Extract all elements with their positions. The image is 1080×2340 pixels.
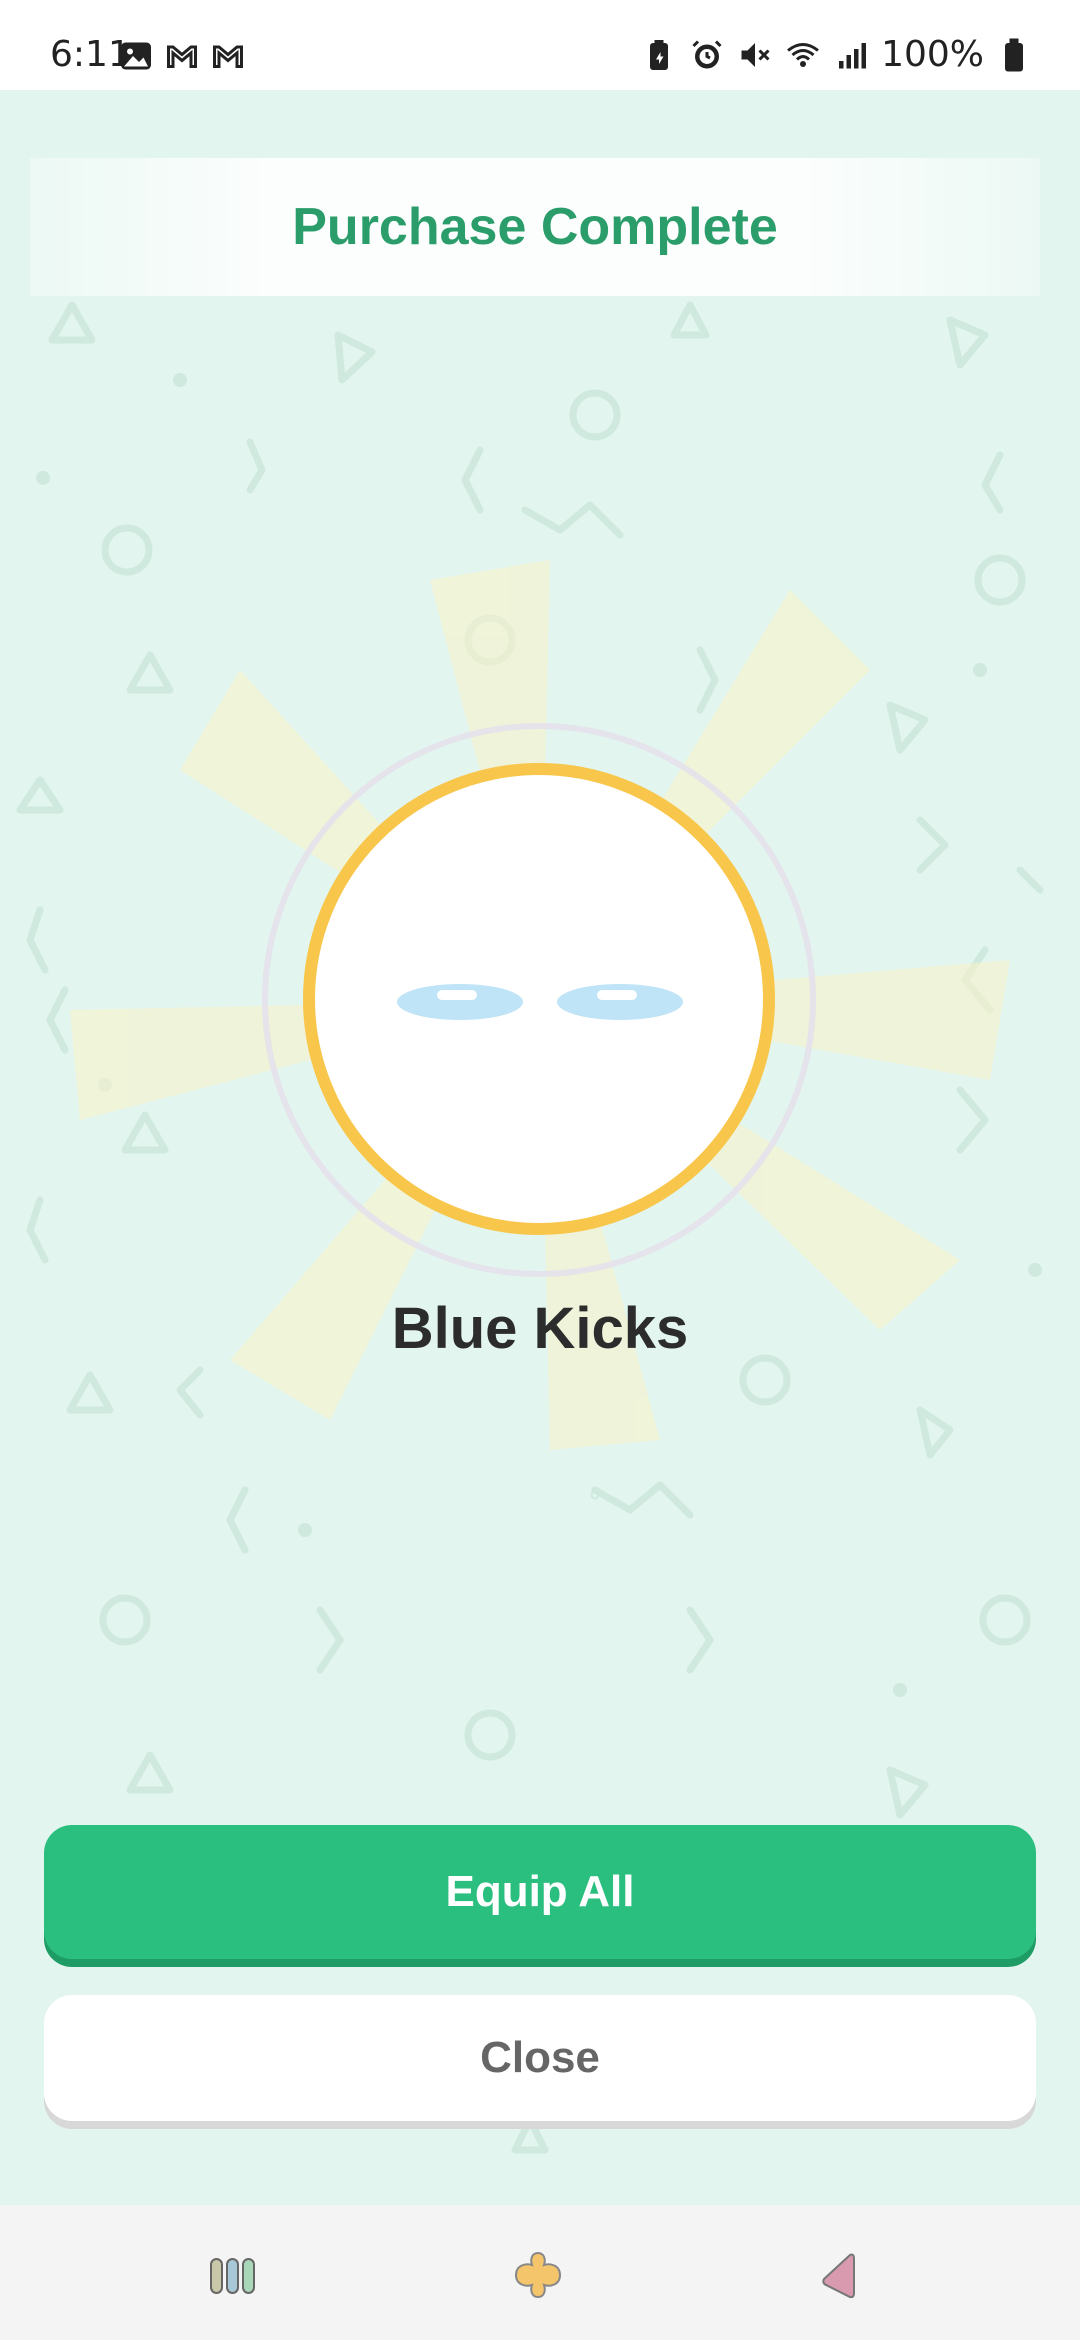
battery-percent: 100%	[881, 34, 984, 75]
battery-icon	[1005, 38, 1023, 71]
page-title: Purchase Complete	[292, 198, 778, 256]
gmail-icon	[167, 45, 197, 68]
signal-icon	[839, 42, 867, 68]
recent-apps-icon[interactable]	[203, 2245, 263, 2305]
header-banner: Purchase Complete	[30, 158, 1040, 296]
image-icon	[121, 42, 151, 70]
wifi-icon	[787, 42, 820, 67]
home-icon[interactable]	[508, 2245, 568, 2305]
item-name: Blue Kicks	[391, 1296, 689, 1361]
back-icon[interactable]	[808, 2245, 868, 2305]
close-button[interactable]: Close	[44, 1995, 1036, 2121]
navigation-bar	[0, 2205, 1080, 2340]
blue-shoes-icon	[397, 984, 683, 1020]
status-bar: 6:11 100%	[0, 0, 1080, 90]
equip-all-button[interactable]: Equip All	[44, 1825, 1036, 1959]
mute-icon	[741, 42, 770, 67]
notification-icons	[118, 38, 246, 74]
battery-saver-icon	[650, 39, 669, 70]
alarm-icon	[692, 39, 722, 68]
gmail-icon	[213, 45, 243, 68]
system-icons: 100%	[641, 34, 1032, 75]
purchase-complete-screen: Purchase Complete Blue Kicks Equip All C…	[0, 90, 1080, 2205]
